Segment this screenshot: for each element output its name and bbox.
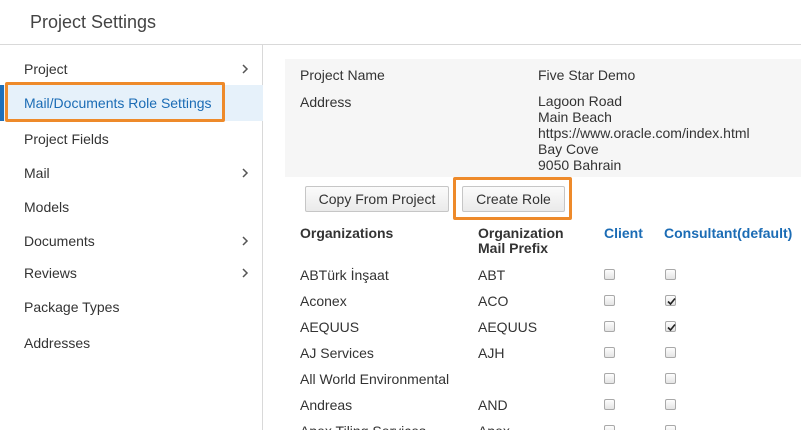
sidebar-item-addresses[interactable]: Addresses: [0, 326, 263, 360]
mail-prefix: ACO: [478, 293, 509, 309]
client-checkbox[interactable]: [604, 373, 615, 384]
consultant-checkbox[interactable]: [665, 269, 676, 280]
mail-prefix: AND: [478, 397, 508, 413]
consultant-checkbox[interactable]: [665, 425, 676, 430]
address-line: Main Beach: [538, 109, 612, 125]
mail-prefix: ABT: [478, 267, 506, 283]
consultant-checkbox[interactable]: [665, 399, 676, 410]
sidebar-item-documents[interactable]: Documents: [0, 224, 263, 258]
address-line: 9050 Bahrain: [538, 157, 622, 173]
address-line: Lagoon Road: [538, 93, 623, 109]
address-value: Lagoon Road Main Beach https://www.oracl…: [538, 93, 750, 173]
sidebar-item-package-types[interactable]: Package Types: [0, 290, 263, 324]
mail-prefix: Apex: [478, 423, 510, 430]
client-checkbox[interactable]: [604, 399, 615, 410]
column-header-line: Organization: [478, 225, 564, 241]
mail-prefix: AEQUUS: [478, 319, 538, 335]
organization-name: Aconex: [300, 293, 347, 309]
sidebar-item-label: Reviews: [24, 265, 77, 281]
chevron-right-icon: [242, 268, 249, 278]
sidebar-item-mail[interactable]: Mail: [0, 156, 263, 190]
column-header-consultant[interactable]: Consultant(default): [664, 226, 792, 241]
column-header-line: Mail Prefix: [478, 240, 549, 256]
checkmark-icon: [667, 297, 676, 306]
project-name-value: Five Star Demo: [538, 67, 636, 83]
project-info-panel: Project Name Five Star Demo Address Lago…: [285, 59, 801, 177]
sidebar-item-project-fields[interactable]: Project Fields: [0, 122, 263, 156]
copy-from-project-button[interactable]: Copy From Project: [305, 186, 449, 212]
sidebar-item-mail-documents-role-settings[interactable]: Mail/Documents Role Settings: [0, 85, 263, 121]
column-header-organizations: Organizations: [300, 225, 394, 241]
chevron-right-icon: [242, 236, 249, 246]
sidebar-item-label: Models: [24, 199, 70, 215]
organization-name: Apex Tiling Services: [300, 423, 426, 430]
page-header: Project Settings: [0, 0, 801, 45]
organization-name: Andreas: [300, 397, 353, 413]
consultant-checkbox[interactable]: [665, 347, 676, 358]
organization-name: AJ Services: [300, 345, 374, 361]
address-line: https://www.oracle.com/index.html: [538, 125, 750, 141]
sidebar-item-models[interactable]: Models: [0, 190, 263, 224]
chevron-right-icon: [242, 64, 249, 74]
sidebar-item-project[interactable]: Project: [0, 52, 263, 86]
project-name-label: Project Name: [300, 67, 385, 83]
sidebar-item-label: Mail/Documents Role Settings: [24, 95, 212, 111]
column-header-client[interactable]: Client: [604, 226, 643, 241]
consultant-checkbox[interactable]: [665, 321, 676, 332]
consultant-checkbox[interactable]: [665, 373, 676, 384]
checkmark-icon: [667, 323, 676, 332]
chevron-right-icon: [242, 168, 249, 178]
sidebar-item-label: Documents: [24, 233, 95, 249]
sidebar-item-label: Project: [24, 61, 68, 77]
sidebar-item-label: Package Types: [24, 299, 120, 315]
create-role-button[interactable]: Create Role: [462, 186, 565, 212]
sidebar-item-reviews[interactable]: Reviews: [0, 256, 263, 290]
column-header-mail-prefix: Organization Mail Prefix: [478, 226, 564, 256]
sidebar-item-label: Project Fields: [24, 131, 109, 147]
client-checkbox[interactable]: [604, 347, 615, 358]
consultant-checkbox[interactable]: [665, 295, 676, 306]
mail-prefix: AJH: [478, 345, 505, 361]
organization-name: All World Environmental: [300, 371, 450, 387]
sidebar-item-label: Mail: [24, 165, 50, 181]
address-label: Address: [300, 94, 352, 110]
organization-name: AEQUUS: [300, 319, 360, 335]
client-checkbox[interactable]: [604, 321, 615, 332]
client-checkbox[interactable]: [604, 425, 615, 430]
client-checkbox[interactable]: [604, 269, 615, 280]
sidebar-nav: Project Mail/Documents Role Settings Pro…: [0, 45, 263, 430]
sidebar-item-label: Addresses: [24, 335, 91, 351]
page-title: Project Settings: [30, 12, 157, 32]
organization-name: ABTürk İnşaat: [300, 267, 389, 283]
main-content: Project Name Five Star Demo Address Lago…: [264, 45, 801, 430]
client-checkbox[interactable]: [604, 295, 615, 306]
address-line: Bay Cove: [538, 141, 599, 157]
